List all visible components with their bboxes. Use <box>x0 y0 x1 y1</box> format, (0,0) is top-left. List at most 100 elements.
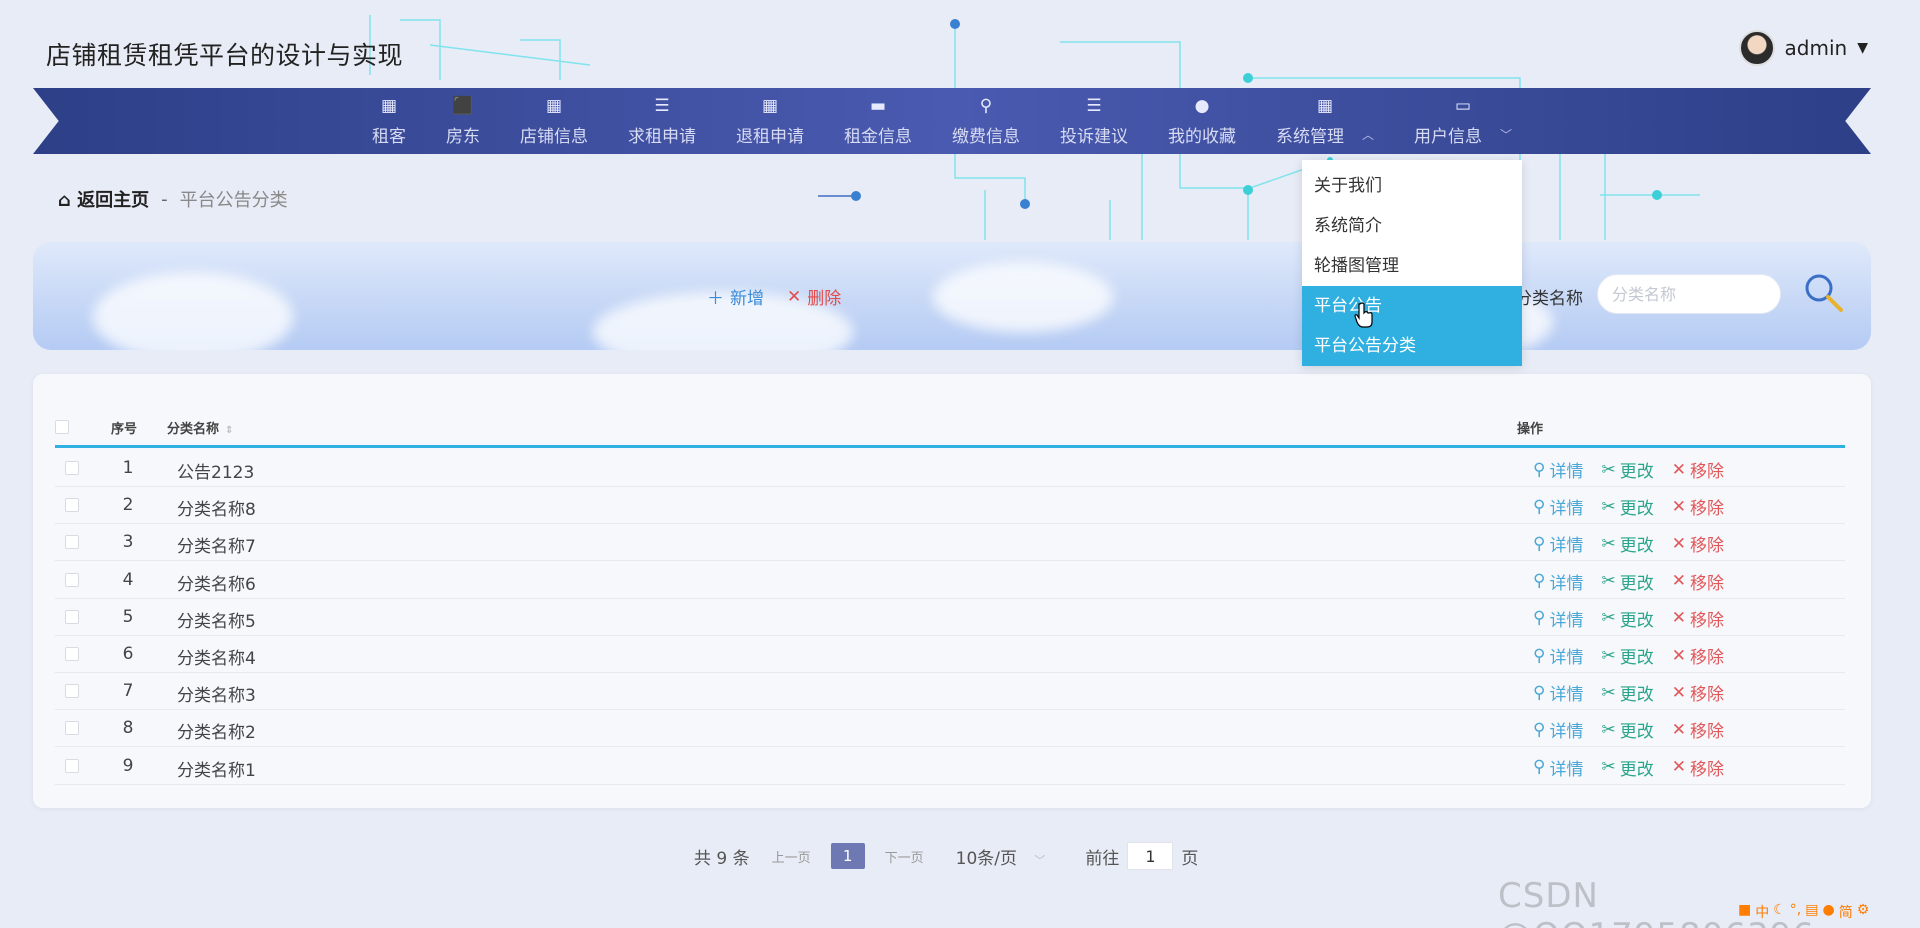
detail-label: 详情 <box>1549 610 1584 631</box>
row-checkbox[interactable] <box>65 461 79 475</box>
page-number-current[interactable]: 1 <box>830 843 865 869</box>
row-checkbox[interactable] <box>65 535 79 550</box>
row-index: 5 <box>122 606 134 627</box>
remove-button[interactable]: ✕ 移除 <box>1672 569 1724 594</box>
row-actions: ⚲ 详情 ✂ 更改 ✕ 移除 <box>1533 569 1724 594</box>
add-button[interactable]: ＋ 新增 <box>707 284 764 309</box>
menu-item-about-us[interactable]: 关于我们 <box>1302 166 1522 206</box>
scissors-icon: ✂ <box>1601 719 1616 740</box>
user-menu[interactable]: admin ▼ <box>1738 30 1868 66</box>
remove-button[interactable]: ✕ 移除 <box>1672 606 1724 631</box>
edit-button[interactable]: ✂ 更改 <box>1601 717 1653 743</box>
detail-button[interactable]: ⚲ 详情 <box>1533 755 1583 780</box>
remove-label: 移除 <box>1689 462 1724 482</box>
select-all-checkbox[interactable] <box>55 420 69 434</box>
row-checkbox[interactable] <box>65 721 79 736</box>
nav-item-complaints[interactable]: ☰ 投诉建议 <box>1040 88 1148 154</box>
ime-punct-icon: °, <box>1789 902 1802 918</box>
nav-item-rent-info[interactable]: ▬ 租金信息 <box>824 88 932 154</box>
detail-button[interactable]: ⚲ 详情 <box>1533 457 1583 483</box>
row-name: 分类名称8 <box>177 500 256 521</box>
table-row: 2 分类名称8 ⚲ 详情 ✂ 更改 ✕ 移除 <box>55 487 1845 525</box>
detail-label: 详情 <box>1549 759 1584 780</box>
detail-button[interactable]: ⚲ 详情 <box>1533 569 1583 594</box>
edit-button[interactable]: ✂ 更改 <box>1601 755 1653 780</box>
row-checkbox[interactable] <box>65 758 79 773</box>
nav-item-favorites[interactable]: ● 我的收藏 <box>1148 88 1256 154</box>
menu-item-system-intro[interactable]: 系统简介 <box>1302 206 1522 246</box>
ime-keyboard-icon: ▤ <box>1805 902 1819 918</box>
scissors-icon: ✂ <box>1601 682 1616 703</box>
nav-label: 租金信息 <box>843 126 912 147</box>
prev-page-button[interactable]: 上一页 <box>772 847 811 866</box>
close-icon: ✕ <box>1671 757 1686 778</box>
table-row: 6 分类名称4 ⚲ 详情 ✂ 更改 ✕ 移除 <box>55 636 1845 673</box>
search-input[interactable] <box>1597 274 1781 314</box>
nav-item-landlord[interactable]: ⬛ 房东 <box>426 88 500 154</box>
nav-item-return-request[interactable]: ▦ 退租申请 <box>716 88 824 154</box>
menu-item-platform-notice[interactable]: 平台公告 <box>1302 286 1522 326</box>
edit-button[interactable]: ✂ 更改 <box>1601 531 1653 557</box>
nav-item-tenant[interactable]: ▦ 租客 <box>352 88 426 154</box>
detail-button[interactable]: ⚲ 详情 <box>1533 680 1583 706</box>
header-name[interactable]: 分类名称 ⇕ <box>167 418 233 437</box>
remove-button[interactable]: ✕ 移除 <box>1672 755 1724 780</box>
remove-button[interactable]: ✕ 移除 <box>1672 457 1724 483</box>
remove-button[interactable]: ✕ 移除 <box>1672 531 1724 557</box>
hand-cursor-icon <box>1354 302 1373 328</box>
menu-item-carousel-management[interactable]: 轮播图管理 <box>1302 246 1522 286</box>
edit-button[interactable]: ✂ 更改 <box>1601 680 1653 706</box>
nav-item-system-management[interactable]: ▦ 系统管理 ︿ <box>1256 88 1394 154</box>
search-icon: ⚲ <box>1533 459 1546 480</box>
ime-gear-icon: ⚙ <box>1856 902 1870 918</box>
remove-button[interactable]: ✕ 移除 <box>1672 643 1724 669</box>
edit-label: 更改 <box>1619 573 1654 594</box>
detail-button[interactable]: ⚲ 详情 <box>1533 531 1583 557</box>
edit-button[interactable]: ✂ 更改 <box>1601 569 1653 594</box>
breadcrumb-home[interactable]: ⌂ 返回主页 <box>58 186 149 212</box>
edit-button[interactable]: ✂ 更改 <box>1601 643 1653 669</box>
edit-button[interactable]: ✂ 更改 <box>1601 606 1653 631</box>
nav-label: 求租申请 <box>627 126 696 147</box>
goto-page-input[interactable] <box>1127 842 1174 870</box>
nav-item-rent-request[interactable]: ☰ 求租申请 <box>608 88 716 154</box>
row-name: 分类名称5 <box>177 611 256 632</box>
edit-button[interactable]: ✂ 更改 <box>1601 457 1654 483</box>
row-checkbox[interactable] <box>65 609 79 624</box>
remove-button[interactable]: ✕ 移除 <box>1672 494 1724 520</box>
row-actions: ⚲ 详情 ✂ 更改 ✕ 移除 <box>1533 531 1724 557</box>
chevron-down-icon: ﹀ <box>1500 127 1513 142</box>
remove-button[interactable]: ✕ 移除 <box>1672 717 1724 743</box>
delete-button[interactable]: ✕ 删除 <box>787 284 841 310</box>
nav-item-shop-info[interactable]: ▦ 店铺信息 <box>500 88 608 154</box>
row-checkbox[interactable] <box>65 684 79 699</box>
search-icon: ⚲ <box>1533 608 1546 629</box>
menu-item-notice-category[interactable]: 平台公告分类 <box>1302 326 1522 366</box>
ime-toolbar[interactable]: ■ 中 ☾ °, ▤ ● 简 ⚙ <box>1738 902 1869 924</box>
row-checkbox[interactable] <box>65 572 79 587</box>
row-checkbox[interactable] <box>65 647 79 661</box>
detail-button[interactable]: ⚲ 详情 <box>1533 494 1583 520</box>
page-size-select[interactable]: 10条/页 ﹀ <box>956 844 1046 869</box>
search-icon[interactable] <box>1801 270 1845 314</box>
remove-label: 移除 <box>1689 573 1724 594</box>
table-row: 3 分类名称7 ⚲ 详情 ✂ 更改 ✕ 移除 <box>55 524 1845 562</box>
sort-icon[interactable]: ⇕ <box>225 425 233 436</box>
app-title: 店铺租赁租凭平台的设计与实现 <box>46 41 404 70</box>
grid-icon: ▦ <box>545 95 563 116</box>
detail-button[interactable]: ⚲ 详情 <box>1533 606 1583 631</box>
edit-label: 更改 <box>1619 462 1654 482</box>
edit-button[interactable]: ✂ 更改 <box>1601 494 1653 520</box>
row-actions: ⚲ 详情 ✂ 更改 ✕ 移除 <box>1533 680 1724 706</box>
nav-item-user-info[interactable]: ▭ 用户信息 ﹀ <box>1394 88 1532 154</box>
detail-button[interactable]: ⚲ 详情 <box>1533 643 1583 669</box>
detail-button[interactable]: ⚲ 详情 <box>1533 717 1583 743</box>
nav-item-payment-info[interactable]: ⚲ 缴费信息 <box>932 88 1040 154</box>
nav-label: 我的收藏 <box>1167 126 1236 147</box>
row-checkbox[interactable] <box>65 498 79 513</box>
remove-label: 移除 <box>1689 722 1724 743</box>
table-header: 序号 分类名称 ⇕ 操作 <box>55 410 1845 448</box>
grid-icon: ▦ <box>380 95 398 116</box>
next-page-button[interactable]: 下一页 <box>885 847 924 866</box>
remove-button[interactable]: ✕ 移除 <box>1672 680 1724 706</box>
